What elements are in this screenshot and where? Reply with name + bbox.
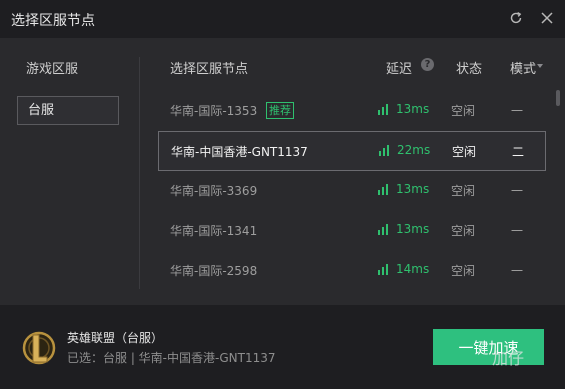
header-mode[interactable]: 模式 xyxy=(510,58,536,77)
node-row[interactable]: 华南-国际-1341 13ms 空闲 一 xyxy=(158,211,546,251)
scrollbar-thumb[interactable] xyxy=(556,90,560,106)
league-logo-icon xyxy=(22,328,56,368)
region-item-taiwan[interactable]: 台服 xyxy=(17,96,119,125)
node-latency: 13ms xyxy=(396,102,430,116)
refresh-icon[interactable] xyxy=(507,9,525,27)
node-latency: 14ms xyxy=(396,262,430,276)
node-mode: 一 xyxy=(511,264,524,278)
panel-divider xyxy=(139,57,140,289)
window-title: 选择区服节点 xyxy=(11,13,95,29)
node-mode: 一 xyxy=(511,224,524,238)
signal-icon xyxy=(378,224,389,235)
header-delay: 延迟 xyxy=(386,62,413,77)
node-row[interactable]: 华南-国际-3369 13ms 空闲 一 xyxy=(158,171,546,211)
signal-icon xyxy=(378,184,389,195)
header-status: 状态 xyxy=(456,62,483,77)
node-status: 空闲 xyxy=(451,184,476,198)
signal-icon xyxy=(378,104,389,115)
region-panel-header: 游戏区服 xyxy=(26,62,79,77)
node-latency: 13ms xyxy=(396,222,430,236)
node-name: 华南-国际-1353 xyxy=(170,104,258,118)
node-latency: 13ms xyxy=(396,182,430,196)
node-name: 华南-国际-1341 xyxy=(170,224,258,238)
node-status: 空闲 xyxy=(451,264,476,278)
node-name: 华南-国际-3369 xyxy=(170,184,258,198)
node-status: 空闲 xyxy=(452,145,477,159)
game-name: 英雄联盟（台服） xyxy=(67,331,164,345)
scrollbar[interactable] xyxy=(556,90,560,290)
node-name: 华南-国际-2598 xyxy=(170,264,258,278)
node-row[interactable]: 华南-国际-1353 推荐 13ms 空闲 一 xyxy=(158,91,546,131)
region-panel: 游戏区服 台服 xyxy=(0,38,140,303)
watermark: 加仔 xyxy=(492,349,525,368)
recommended-badge: 推荐 xyxy=(266,102,294,119)
node-mode: 二 xyxy=(512,145,525,159)
node-status: 空闲 xyxy=(451,224,476,238)
title-bar: 选择区服节点 xyxy=(0,0,565,38)
signal-icon xyxy=(379,145,390,156)
node-name: 华南-中国香港-GNT1137 xyxy=(171,145,308,159)
signal-icon xyxy=(378,264,389,275)
node-row-selected[interactable]: 华南-中国香港-GNT1137 22ms 空闲 二 xyxy=(158,131,546,171)
close-icon[interactable] xyxy=(538,9,556,27)
node-mode: 一 xyxy=(511,104,524,118)
footer-bar: 英雄联盟（台服） 已选：台服 | 华南-中国香港-GNT1137 一键加速 加仔 xyxy=(0,305,565,389)
selected-node-text: 已选：台服 | 华南-中国香港-GNT1137 xyxy=(67,351,276,365)
help-icon[interactable]: ? xyxy=(421,58,434,71)
node-row[interactable]: 华南-国际-2598 14ms 空闲 一 xyxy=(158,251,546,291)
caret-down-icon[interactable] xyxy=(537,64,543,68)
node-list: 华南-国际-1353 推荐 13ms 空闲 一 华南-中国香港-GNT1137 … xyxy=(158,91,546,291)
node-latency: 22ms xyxy=(397,143,431,157)
accelerate-button[interactable]: 一键加速 xyxy=(433,329,544,365)
node-status: 空闲 xyxy=(451,104,476,118)
header-node: 选择区服节点 xyxy=(170,62,249,77)
node-mode: 一 xyxy=(511,184,524,198)
